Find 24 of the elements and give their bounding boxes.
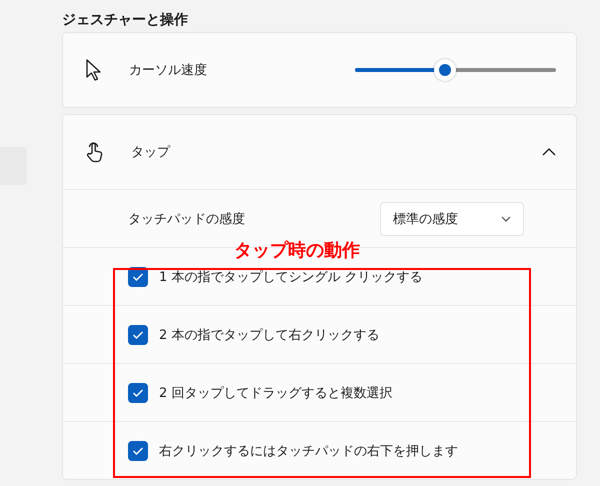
checkmark-icon: [132, 388, 144, 398]
hand-icon: [85, 141, 105, 163]
checkbox[interactable]: [128, 266, 148, 286]
cursor-speed-label: カーソル速度: [129, 62, 208, 79]
checkmark-icon: [132, 330, 144, 340]
option-label: 1 本の指でタップしてシングル クリックする: [159, 268, 423, 286]
checkbox[interactable]: [128, 440, 148, 460]
cursor-icon: [85, 58, 103, 82]
chevron-icon[interactable]: [542, 148, 556, 156]
cursor-speed-slider[interactable]: [355, 59, 556, 81]
section-title: ジェスチャーと操作: [62, 10, 188, 28]
checkbox[interactable]: [128, 324, 148, 344]
tap-label: タップ: [131, 144, 172, 161]
checkbox[interactable]: [128, 382, 148, 402]
checkmark-icon: [132, 446, 144, 456]
option-label: 右クリックするにはタッチパッドの右下を押します: [159, 442, 458, 460]
slider-thumb[interactable]: [434, 59, 456, 81]
option-label: 2 回タップしてドラッグすると複数選択: [159, 384, 392, 402]
chevron-down-icon: [501, 216, 511, 222]
sensitivity-dropdown[interactable]: 標準の感度: [380, 202, 524, 236]
annotation-label: タップ時の動作: [234, 239, 360, 262]
sensitivity-label: タッチパッドの感度: [128, 210, 246, 228]
option-label: 2 本の指でタップして右クリックする: [159, 326, 380, 344]
checkmark-icon: [132, 272, 144, 282]
